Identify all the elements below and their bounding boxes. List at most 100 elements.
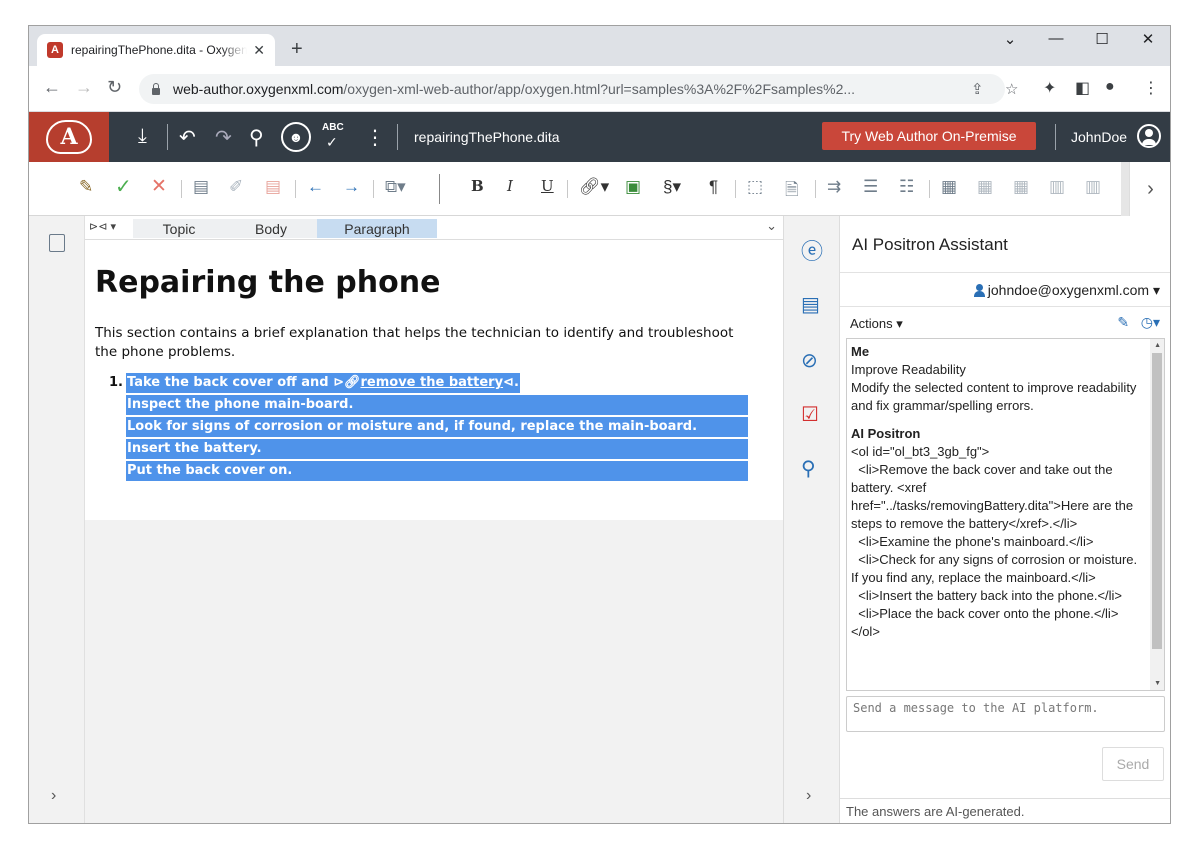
toolbar-scroll-shade xyxy=(1121,162,1129,216)
bookmark-star-icon[interactable]: ☆ xyxy=(1005,80,1018,98)
back-icon[interactable]: ← xyxy=(43,77,61,98)
tab-close-icon[interactable]: ✕ xyxy=(253,42,265,59)
document-page[interactable]: Repairing the phone This section contain… xyxy=(85,240,783,520)
italic-icon[interactable]: I xyxy=(507,177,513,195)
breadcrumb-item-paragraph[interactable]: Paragraph xyxy=(317,219,437,238)
spell-check-mark-icon: ✓ xyxy=(326,134,338,150)
track-changes-icon[interactable]: ✎ xyxy=(79,177,93,197)
insert-image-icon[interactable]: ▣ xyxy=(625,177,641,197)
minimize-icon[interactable]: — xyxy=(1033,30,1079,47)
add-comment-icon[interactable]: ▤ xyxy=(193,177,209,197)
comments-icon[interactable]: ▤ xyxy=(801,292,820,317)
browser-menu-icon[interactable]: ⋮ xyxy=(1143,78,1159,98)
maximize-icon[interactable]: ☐ xyxy=(1079,30,1125,48)
accept-change-icon[interactable]: ✓ xyxy=(115,174,132,199)
url-field[interactable]: web-author.oxygenxml.com/oxygen-xml-web-… xyxy=(139,74,1018,104)
remove-comment-icon[interactable]: ▤ xyxy=(265,177,281,197)
insert-step-icon[interactable]: ⇉ xyxy=(827,177,841,197)
xref-link[interactable]: remove the battery xyxy=(361,375,504,390)
breadcrumb-toggle-icon[interactable]: ⊳⊲ ▾ xyxy=(89,220,116,233)
conref-icon[interactable]: 🗎︎ xyxy=(785,177,799,206)
send-button[interactable]: Send xyxy=(1102,747,1164,781)
forward-icon[interactable]: → xyxy=(75,77,93,98)
ai-user-selector[interactable]: johndoe@oxygenxml.com ▾ xyxy=(973,282,1160,299)
scroll-down-icon[interactable]: ▼ xyxy=(1154,680,1161,687)
profile-avatar-icon[interactable]: ● xyxy=(1105,78,1115,96)
tags-icon[interactable]: ⊘ xyxy=(801,348,818,373)
link-icon[interactable]: 🔗︎▾ xyxy=(579,177,609,197)
message-action: Improve Readability xyxy=(851,362,966,377)
ai-positron-icon[interactable]: ⓔ xyxy=(801,234,823,266)
paste-icon[interactable]: ⧉▾ xyxy=(385,177,406,197)
message-input[interactable]: Send a message to the AI platform. xyxy=(846,696,1165,732)
paragraph-icon[interactable]: ¶ xyxy=(709,177,718,197)
reload-icon[interactable]: ↻ xyxy=(107,77,122,98)
section-icon[interactable]: §▾ xyxy=(663,177,681,197)
list-item[interactable]: Inspect the phone main-board. xyxy=(126,395,748,415)
oxygen-logo[interactable]: A xyxy=(29,112,109,162)
history-icon[interactable]: ◷▾ xyxy=(1141,314,1160,330)
url-host: web-author.oxygenxml.com xyxy=(173,81,344,97)
next-change-icon[interactable]: → xyxy=(343,177,360,197)
separator xyxy=(439,174,440,204)
insert-reference-icon[interactable]: ⬚ xyxy=(747,177,763,197)
insert-column-icon[interactable]: ▥ xyxy=(1049,177,1065,197)
spell-check-icon[interactable]: ABC xyxy=(322,122,344,133)
document-title[interactable]: Repairing the phone xyxy=(95,265,440,300)
tab-search-icon[interactable]: ⌄ xyxy=(987,30,1033,48)
find-icon[interactable]: ⚲ xyxy=(249,125,264,150)
ai-action-icons: ✎ ◷▾ xyxy=(1117,314,1160,331)
browser-tab[interactable]: A repairingThePhone.dita - Oxygen XML We… xyxy=(37,34,275,66)
share-icon[interactable]: ⇪ xyxy=(971,80,984,98)
underline-icon[interactable]: U xyxy=(541,177,554,195)
list-item[interactable]: Put the back cover on. xyxy=(126,461,748,481)
actions-label: Actions xyxy=(850,316,893,331)
new-chat-icon[interactable]: ✎ xyxy=(1117,314,1129,330)
expand-right-panel-icon[interactable]: › xyxy=(806,787,811,805)
breadcrumb-item-body[interactable]: Body xyxy=(225,219,317,238)
tab-title: repairingThePhone.dita - Oxygen XML Web … xyxy=(71,43,248,57)
outline-icon[interactable] xyxy=(49,234,65,252)
reject-change-icon[interactable]: ✕ xyxy=(151,175,167,198)
new-tab-button[interactable]: + xyxy=(291,38,303,61)
list-item[interactable]: Insert the battery. xyxy=(126,439,748,459)
scroll-up-icon[interactable]: ▲ xyxy=(1154,342,1161,349)
insert-row-below-icon[interactable]: ▦ xyxy=(977,177,993,197)
chat-history[interactable]: Me Improve Readability Modify the select… xyxy=(846,338,1165,691)
extensions-puzzle-icon[interactable]: ✦ xyxy=(1043,78,1056,98)
side-panel-icon[interactable]: ◧ xyxy=(1075,78,1090,98)
undo-icon[interactable]: ↶ xyxy=(179,125,196,150)
ordered-list-icon[interactable]: ☰ xyxy=(863,177,878,197)
review-search-icon[interactable]: ⚲ xyxy=(801,456,816,481)
edit-comment-icon[interactable]: ✐ xyxy=(229,177,243,197)
username[interactable]: JohnDoe xyxy=(1071,129,1127,145)
list-item-text: Take the back cover off and xyxy=(127,375,329,390)
redo-icon[interactable]: ↷ xyxy=(215,125,232,150)
breadcrumb-item-topic[interactable]: Topic xyxy=(133,219,225,238)
more-menu-icon[interactable]: ⋮ xyxy=(365,125,385,150)
separator xyxy=(815,180,816,198)
user-account-icon[interactable] xyxy=(1137,124,1161,148)
list-item[interactable]: Look for signs of corrosion or moisture … xyxy=(126,417,748,437)
unordered-list-icon[interactable]: ☷ xyxy=(899,177,914,197)
insert-table-icon[interactable]: ▦ xyxy=(941,177,957,197)
previous-change-icon[interactable]: ← xyxy=(307,177,324,197)
collaboration-icon[interactable]: ☻ xyxy=(281,122,311,152)
bold-icon[interactable]: B xyxy=(471,177,484,195)
try-on-premise-button[interactable]: Try Web Author On-Premise xyxy=(822,122,1036,150)
insert-row-above-icon[interactable]: ▦ xyxy=(1013,177,1029,197)
expand-left-panel-icon[interactable]: › xyxy=(51,787,56,805)
download-icon[interactable]: ⤓ xyxy=(138,125,147,148)
close-window-icon[interactable]: ✕ xyxy=(1125,30,1170,48)
message-author-me: Me xyxy=(851,344,870,359)
toolbar-scroll-right-icon[interactable]: › xyxy=(1129,162,1170,216)
list-item[interactable]: Take the back cover off and ⊳🔗︎remove th… xyxy=(126,373,520,393)
validation-check-icon[interactable]: ☑ xyxy=(801,402,819,427)
document-paragraph[interactable]: This section contains a brief explanatio… xyxy=(95,324,745,362)
message-author-ai: AI Positron xyxy=(851,426,921,441)
scroll-thumb[interactable] xyxy=(1152,353,1162,649)
collapse-breadcrumb-icon[interactable]: ⌄ xyxy=(766,218,777,234)
chat-scrollbar[interactable]: ▲ ▼ xyxy=(1150,339,1164,690)
delete-column-icon[interactable]: ▥ xyxy=(1085,177,1101,197)
actions-menu[interactable]: Actions ▾ xyxy=(850,316,903,332)
